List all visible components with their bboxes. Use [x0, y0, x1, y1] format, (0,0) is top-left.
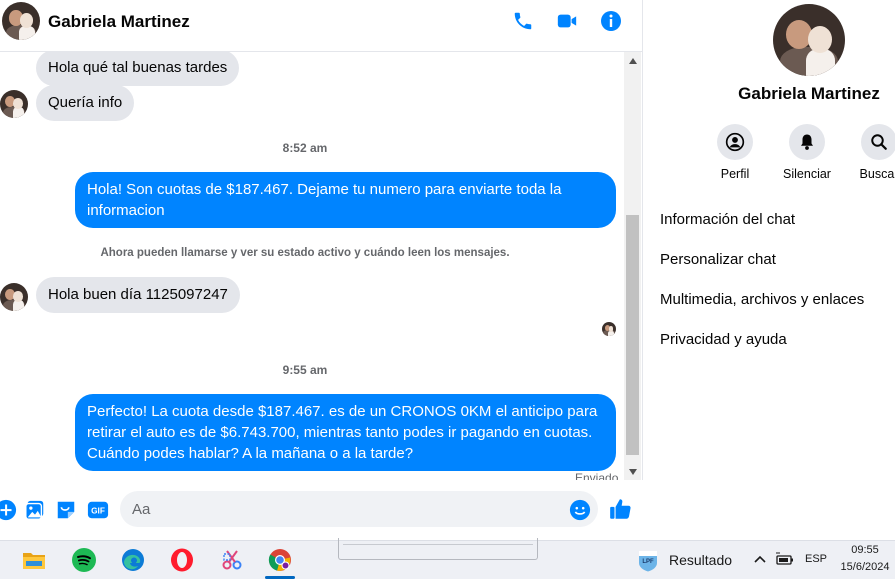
svg-text:LPF: LPF — [642, 559, 654, 565]
chat-details-panel: Gabriela Martinez Perfil Silenciar Busca… — [644, 0, 895, 540]
outgoing-message: Hola! Son cuotas de $187.467. Dejame tu … — [75, 172, 616, 228]
search-icon[interactable] — [861, 124, 895, 160]
message-input[interactable] — [120, 491, 598, 527]
message-list: Hola qué tal buenas tardes Quería info 8… — [0, 52, 624, 480]
menu-chat-info[interactable]: Información del chat — [660, 211, 795, 228]
sticker-icon[interactable] — [54, 498, 78, 522]
profile-button[interactable]: Perfil — [695, 124, 775, 181]
contact-profile-photo[interactable] — [773, 4, 845, 76]
message-timestamp: 9:55 am — [282, 363, 328, 377]
menu-media-files-links[interactable]: Multimedia, archivos y enlaces — [660, 291, 864, 308]
svg-text:GIF: GIF — [91, 507, 105, 516]
system-notice: Ahora pueden llamarse y ver su estado ac… — [100, 247, 510, 259]
language-indicator[interactable]: ESP — [805, 553, 827, 565]
bell-icon[interactable] — [789, 124, 825, 160]
scroll-down-arrow-icon[interactable] — [624, 463, 641, 480]
emoji-icon[interactable] — [569, 499, 591, 521]
message-scrollbar[interactable] — [624, 52, 641, 480]
clock-time[interactable]: 09:55 — [840, 544, 890, 556]
contact-name[interactable]: Gabriela Martinez — [48, 12, 190, 32]
snipping-tool-icon[interactable] — [218, 546, 246, 574]
messenger-window: Gabriela Martinez Hola qué tal buenas ta… — [0, 0, 895, 579]
mute-label: Silenciar — [783, 167, 831, 181]
image-icon[interactable] — [23, 498, 47, 522]
message-timestamp: 8:52 am — [282, 141, 328, 155]
profile-icon[interactable] — [717, 124, 753, 160]
windows-taskbar: LPF Resultado ESP 09:55 15/6/2024 — [0, 538, 895, 579]
file-explorer-icon[interactable] — [20, 546, 48, 574]
chat-column: Gabriela Martinez Hola qué tal buenas ta… — [0, 0, 643, 540]
edge-icon[interactable] — [119, 546, 147, 574]
info-icon[interactable] — [598, 8, 624, 34]
plus-circle-icon[interactable] — [0, 498, 18, 522]
scroll-up-arrow-icon[interactable] — [624, 52, 641, 69]
sender-avatar — [0, 90, 28, 118]
sports-shield-icon[interactable]: LPF — [638, 550, 658, 572]
chevron-up-icon[interactable] — [752, 551, 768, 567]
message-composer: GIF — [0, 480, 643, 540]
mute-button[interactable]: Silenciar — [767, 124, 847, 181]
gif-icon[interactable]: GIF — [86, 498, 110, 522]
message-status: Enviado — [575, 471, 619, 480]
contact-avatar[interactable] — [2, 2, 40, 40]
widget-status-text[interactable]: Resultado — [669, 552, 732, 568]
thumbs-up-icon[interactable] — [608, 496, 634, 522]
sender-avatar — [0, 283, 28, 311]
outgoing-message: Perfecto! La cuota desde $187.467. es de… — [75, 394, 616, 471]
battery-icon[interactable] — [776, 552, 794, 568]
menu-privacy-help[interactable]: Privacidad y ayuda — [660, 331, 787, 348]
incoming-message: Hola qué tal buenas tardes — [36, 52, 240, 86]
search-button[interactable]: Buscar — [839, 124, 895, 181]
read-receipt-avatar — [602, 322, 616, 336]
incoming-message: Hola buen día 1125097247 — [36, 277, 240, 313]
video-camera-icon[interactable] — [554, 8, 580, 34]
spotify-icon[interactable] — [70, 546, 98, 574]
chrome-icon[interactable] — [266, 546, 294, 574]
opera-icon[interactable] — [168, 546, 196, 574]
search-label: Buscar — [859, 167, 895, 181]
profile-label: Perfil — [720, 167, 750, 181]
phone-icon[interactable] — [510, 8, 536, 34]
incoming-message: Quería info — [36, 85, 135, 121]
menu-customize-chat[interactable]: Personalizar chat — [660, 251, 776, 268]
panel-contact-name: Gabriela Martinez — [738, 84, 880, 103]
chat-header: Gabriela Martinez — [0, 0, 643, 52]
window-frame-remnant — [338, 538, 538, 560]
scrollbar-thumb[interactable] — [626, 215, 639, 455]
clock-date[interactable]: 15/6/2024 — [836, 561, 894, 573]
